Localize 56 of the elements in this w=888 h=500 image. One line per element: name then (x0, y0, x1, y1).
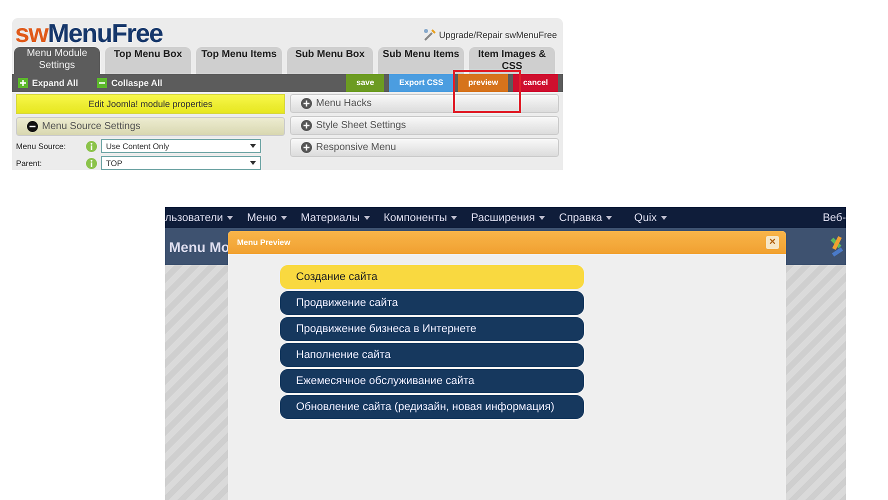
nav-menu-item[interactable]: льзователи (165, 212, 234, 224)
cancel-button[interactable]: cancel (513, 74, 558, 92)
select-field[interactable]: TOP (101, 156, 261, 170)
tab[interactable]: Sub Menu Items (378, 46, 464, 74)
logo-icon (830, 234, 846, 258)
nav-menu-item[interactable]: Меню (247, 212, 287, 224)
logo: swMenuFree (15, 18, 162, 47)
caret-icon (660, 216, 667, 220)
select-field[interactable]: Use Content Only (101, 139, 261, 153)
plus-icon (301, 98, 312, 109)
caret-icon (280, 216, 287, 220)
minus-icon (27, 121, 38, 132)
upgrade-link[interactable]: Upgrade/Repair swMenuFree (422, 28, 557, 42)
info-icon (86, 140, 97, 152)
tools-icon (422, 28, 437, 42)
menu-item[interactable]: Создание сайта (280, 265, 584, 289)
caret-icon (606, 216, 612, 220)
field-label: Menu Source: (16, 142, 67, 150)
minus-icon (97, 78, 108, 88)
accordion-header[interactable]: Menu Source Settings (16, 117, 285, 136)
info-icon (86, 158, 97, 168)
tab[interactable]: Sub Menu Box (287, 46, 373, 74)
tab[interactable]: Item Images & CSS (469, 46, 555, 74)
menu-item[interactable]: Наполнение сайта (280, 343, 584, 367)
nav-menu-item[interactable]: Справка (559, 212, 612, 224)
highlight-frame (453, 70, 521, 113)
menu-item[interactable]: Ежемесячное обслуживание сайта (280, 369, 584, 393)
tab[interactable]: Top Menu Items (196, 46, 282, 74)
accordion-header[interactable]: Responsive Menu (290, 138, 559, 157)
menu-item[interactable]: Продвижение бизнеса в Интернете (280, 317, 584, 341)
nav-menu-item[interactable]: Компоненты (384, 212, 458, 224)
menu-item[interactable]: Обновление сайта (редизайн, новая информация) (280, 395, 584, 419)
caret-icon (250, 161, 256, 165)
caret-icon (539, 216, 546, 220)
menu-item[interactable]: Продвижение сайта (280, 291, 584, 315)
caret-icon (364, 216, 370, 220)
accordion-header[interactable]: Menu Hacks (290, 94, 559, 113)
dialog-title: Menu Preview (237, 238, 290, 247)
caret-icon (451, 216, 458, 220)
nav-menu-item[interactable]: Расширения (471, 212, 546, 224)
tab[interactable]: Top Menu Box (105, 46, 191, 74)
caret-icon (250, 144, 256, 148)
plus-icon (18, 78, 28, 88)
nav-menu-item[interactable]: Quix (634, 212, 667, 224)
tab[interactable]: Menu Module Settings (14, 46, 100, 74)
field-label: Parent: (16, 158, 43, 168)
edit-module-link[interactable]: Edit Joomla! module properties (16, 94, 285, 114)
nav-menu-item[interactable]: Материалы (300, 212, 370, 224)
collapse-all-button[interactable]: Collaspe All (97, 78, 162, 88)
accordion-header[interactable]: Style Sheet Settings (290, 116, 559, 135)
plus-icon (301, 142, 312, 153)
expand-all-button[interactable]: Expand All (18, 78, 78, 88)
caret-icon (227, 216, 234, 220)
close-button[interactable]: × (766, 236, 779, 249)
plus-icon (301, 120, 312, 131)
nav-menu-item[interactable]: Веб- (822, 212, 846, 224)
